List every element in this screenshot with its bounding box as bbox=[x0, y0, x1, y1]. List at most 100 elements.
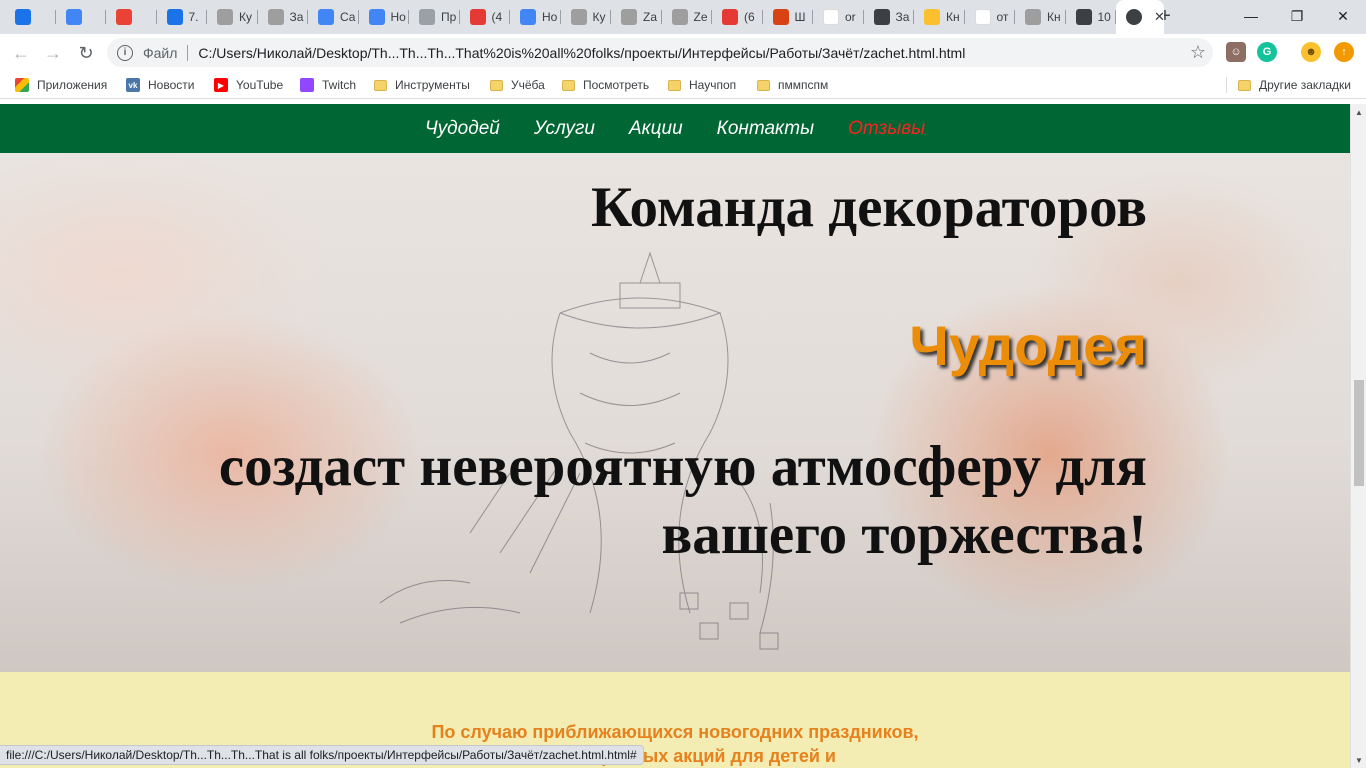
scroll-thumb[interactable] bbox=[1354, 380, 1364, 486]
browser-tab[interactable]: от bbox=[965, 4, 1015, 30]
tab-title: or bbox=[845, 10, 856, 24]
arrow-left-icon: ← bbox=[12, 42, 30, 63]
bookmark-item[interactable]: Учёба bbox=[490, 76, 545, 94]
active-browser-tab[interactable]: ✕ bbox=[1116, 0, 1164, 34]
bookmark-item[interactable]: пммпспм bbox=[757, 76, 828, 94]
browser-tab[interactable]: Ze bbox=[662, 4, 712, 30]
update-arrow-icon[interactable]: ↑ bbox=[1334, 42, 1354, 62]
other-bookmarks[interactable]: Другие закладки bbox=[1238, 76, 1351, 94]
folder-icon bbox=[490, 79, 503, 91]
browser-tab[interactable]: Пр bbox=[409, 4, 460, 30]
nav-link[interactable]: Услуги bbox=[517, 118, 612, 140]
browser-tab[interactable]: Са bbox=[308, 4, 359, 30]
globe-icon bbox=[873, 9, 890, 25]
tab-title: Кн bbox=[946, 10, 960, 24]
url-scheme-label: Файл bbox=[143, 44, 178, 61]
twitch-icon bbox=[300, 78, 314, 92]
browser-tab[interactable]: За bbox=[258, 4, 308, 30]
docs-icon bbox=[368, 9, 385, 25]
browser-tab[interactable]: Кн bbox=[914, 4, 965, 30]
bookmark-item[interactable]: Посмотреть bbox=[562, 76, 649, 94]
close-tab-icon[interactable]: ✕ bbox=[1154, 9, 1164, 25]
site-icon bbox=[570, 9, 587, 25]
profile-avatar-icon[interactable]: ☻ bbox=[1301, 42, 1321, 62]
info-icon[interactable]: i bbox=[117, 44, 133, 61]
browser-tab[interactable]: Ш bbox=[763, 4, 813, 30]
browser-tab[interactable] bbox=[56, 4, 106, 30]
browser-tab[interactable]: Za bbox=[611, 4, 662, 30]
bookmark-label: Twitch bbox=[322, 78, 357, 92]
nav-link[interactable]: Контакты bbox=[700, 118, 831, 140]
reload-button[interactable]: ↻ bbox=[73, 40, 99, 66]
grammarly-icon[interactable]: G bbox=[1257, 42, 1277, 62]
globe-icon bbox=[1126, 9, 1142, 25]
vk-icon: vk bbox=[126, 78, 140, 92]
bookmark-item[interactable]: Twitch bbox=[300, 76, 356, 94]
browser-tab[interactable]: (6 bbox=[712, 4, 763, 30]
forward-button[interactable]: → bbox=[40, 40, 66, 66]
reload-icon: ↻ bbox=[78, 42, 94, 63]
tab-title: Пр bbox=[441, 10, 457, 24]
browser-tab[interactable]: Но bbox=[359, 4, 409, 30]
tab-title: Са bbox=[340, 10, 356, 24]
maximize-button[interactable]: ❐ bbox=[1274, 0, 1320, 32]
nav-link[interactable]: Отзывы bbox=[831, 118, 942, 140]
browser-tab[interactable]: 7. bbox=[157, 4, 207, 30]
bookmark-item[interactable]: Инструменты bbox=[374, 76, 470, 94]
site-icon bbox=[621, 9, 637, 25]
back-button[interactable]: ← bbox=[8, 40, 34, 66]
apps-icon bbox=[15, 78, 29, 92]
hero-banner: Команда декораторов Чудодея создаст неве… bbox=[0, 153, 1350, 672]
tab-title: (6 bbox=[744, 10, 755, 24]
browser-tab[interactable]: За bbox=[864, 4, 914, 30]
browser-tab[interactable]: 10 bbox=[1066, 4, 1116, 30]
bookmark-item[interactable]: Приложения bbox=[15, 76, 107, 94]
tab-title: За bbox=[895, 10, 910, 24]
tab-title: 10 bbox=[1097, 10, 1111, 24]
extension-face-icon[interactable]: ☺ bbox=[1226, 42, 1246, 62]
browser-tab[interactable]: Ку bbox=[561, 4, 611, 30]
emoji-icon bbox=[924, 9, 940, 25]
tab-title: 7. bbox=[188, 10, 199, 24]
nav-link[interactable]: Чудодей bbox=[408, 118, 517, 140]
bookmark-item[interactable]: vk Новости bbox=[126, 76, 194, 94]
bookmark-label: пммпспм bbox=[778, 78, 829, 92]
promo-line-1: По случаю приближающихся новогодних праз… bbox=[431, 722, 919, 742]
bookmark-star-icon[interactable]: ☆ bbox=[1183, 42, 1213, 63]
omnibox-divider bbox=[187, 44, 189, 61]
bookmark-label: Посмотреть bbox=[583, 78, 650, 92]
browser-tab[interactable] bbox=[106, 4, 157, 30]
translate-icon bbox=[65, 9, 82, 25]
tab-title: Ze bbox=[693, 10, 708, 24]
browser-tab[interactable]: Но bbox=[510, 4, 561, 30]
minimize-button[interactable]: — bbox=[1228, 0, 1274, 32]
folder-icon bbox=[374, 79, 387, 91]
tab-title: Ш bbox=[794, 10, 806, 24]
page-scrollbar[interactable]: ▲ ▼ bbox=[1350, 104, 1366, 768]
scroll-down-icon[interactable]: ▼ bbox=[1351, 752, 1366, 768]
tab-title: Но bbox=[542, 10, 558, 24]
bookmark-label: Учёба bbox=[511, 78, 545, 92]
google-icon bbox=[823, 9, 839, 25]
tab-strip: + — ❐ ✕ 7. Ку За Са Но Пр (4 Но Ку Za Ze (6 Шor За Кн о… bbox=[0, 0, 1366, 34]
nav-link[interactable]: Акции bbox=[612, 118, 700, 140]
close-window-button[interactable]: ✕ bbox=[1320, 0, 1366, 32]
person-icon bbox=[772, 9, 789, 25]
bookmarks-bar: Другие закладки Приложения vk Новости ▶ YouT… bbox=[0, 71, 1366, 99]
pen-icon bbox=[419, 9, 435, 25]
browser-tab[interactable]: Кн bbox=[1015, 4, 1066, 30]
url-text[interactable]: C:/Users/Николай/Desktop/Th...Th...Th...… bbox=[198, 45, 1183, 61]
scroll-up-icon[interactable]: ▲ bbox=[1351, 104, 1366, 120]
address-bar[interactable]: i Файл C:/Users/Николай/Desktop/Th...Th.… bbox=[107, 38, 1213, 67]
bookmark-item[interactable]: ▶ YouTube bbox=[214, 76, 283, 94]
google-icon bbox=[974, 9, 991, 25]
browser-tab[interactable] bbox=[5, 4, 56, 30]
browser-tab[interactable]: (4 bbox=[460, 4, 510, 30]
tab-title: За bbox=[289, 10, 304, 24]
browser-tab[interactable]: or bbox=[813, 4, 864, 30]
browser-tab[interactable]: Ку bbox=[207, 4, 258, 30]
site-navigation: Чудодей Услуги Акции Контакты Отзывы bbox=[0, 104, 1350, 153]
bookmark-item[interactable]: Научпоп bbox=[668, 76, 736, 94]
bookmark-label: Приложения bbox=[37, 78, 108, 92]
docs-icon bbox=[520, 9, 536, 25]
